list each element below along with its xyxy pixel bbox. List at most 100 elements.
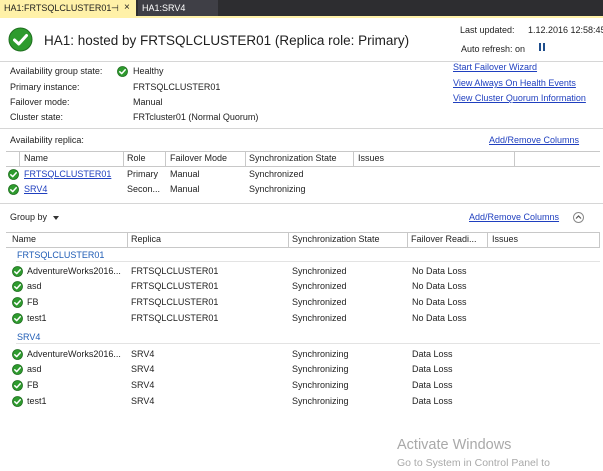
database-sync-state: Synchronizing (292, 364, 349, 374)
failover-mode-value: Manual (133, 97, 163, 107)
replica-link-srv4[interactable]: SRV4 (24, 184, 47, 194)
database-sync-state: Synchronized (292, 313, 347, 323)
db-add-remove-columns-link[interactable]: Add/Remove Columns (469, 212, 559, 222)
database-name[interactable]: FB (27, 297, 39, 307)
primary-instance-label: Primary instance: (10, 82, 80, 92)
pause-icon[interactable] (539, 43, 546, 51)
database-sync-state: Synchronizing (292, 396, 349, 406)
database-failover-readiness: Data Loss (412, 364, 453, 374)
view-cluster-quorum-link[interactable]: View Cluster Quorum Information (453, 93, 586, 103)
database-name[interactable]: test1 (27, 396, 47, 406)
group-header-frtsqlcluster01[interactable]: FRTSQLCLUSTER01 (17, 250, 104, 260)
check-circle-icon (8, 184, 19, 195)
start-failover-wizard-link[interactable]: Start Failover Wizard (453, 62, 537, 72)
divider (0, 203, 603, 204)
last-updated-value: 1.12.2016 12:58:45 (528, 25, 603, 35)
col-header-name[interactable]: Name (12, 234, 36, 244)
database-failover-readiness: No Data Loss (412, 297, 467, 307)
replica-role: Secon... (127, 184, 161, 194)
check-circle-icon (12, 396, 23, 407)
check-circle-icon (12, 349, 23, 360)
column-divider (19, 151, 20, 166)
check-circle-icon (12, 297, 23, 308)
database-sync-state: Synchronizing (292, 349, 349, 359)
pin-icon[interactable]: ⊣ (111, 0, 119, 16)
database-replica: SRV4 (131, 364, 155, 374)
database-name[interactable]: test1 (27, 313, 47, 323)
col-header-issues[interactable]: Issues (492, 234, 518, 244)
check-circle-icon (8, 27, 33, 52)
divider (16, 343, 600, 344)
tab-ha1-srv4[interactable]: HA1:SRV4 (138, 0, 218, 16)
column-divider (407, 232, 408, 247)
availability-replica-label: Availability replica: (10, 135, 84, 145)
database-replica: FRTSQLCLUSTER01 (131, 297, 219, 307)
group-by-dropdown[interactable]: Group by (10, 212, 59, 222)
close-icon[interactable]: × (124, 0, 130, 16)
check-circle-icon (117, 66, 128, 77)
database-name[interactable]: asd (27, 281, 42, 291)
activate-windows-watermark-title: Activate Windows (397, 437, 512, 453)
database-replica: SRV4 (131, 380, 155, 390)
check-circle-icon (12, 266, 23, 277)
ag-state-value: Healthy (133, 66, 164, 76)
column-divider (353, 151, 354, 166)
col-header-failover-mode[interactable]: Failover Mode (170, 153, 227, 163)
check-circle-icon (12, 364, 23, 375)
database-name[interactable]: FB (27, 380, 39, 390)
database-failover-readiness: No Data Loss (412, 266, 467, 276)
database-name[interactable]: AdventureWorks2016... (27, 266, 121, 276)
col-header-sync-state[interactable]: Synchronization State (249, 153, 337, 163)
database-failover-readiness: No Data Loss (412, 313, 467, 323)
database-sync-state: Synchronized (292, 266, 347, 276)
check-circle-icon (12, 281, 23, 292)
group-header-srv4[interactable]: SRV4 (17, 332, 40, 342)
ag-state-label: Availability group state: (10, 66, 103, 76)
group-by-label: Group by (10, 212, 48, 222)
dropdown-arrow-icon (52, 215, 59, 220)
collapse-chevron-icon[interactable] (573, 212, 584, 223)
col-header-name[interactable]: Name (24, 153, 48, 163)
database-replica: FRTSQLCLUSTER01 (131, 281, 219, 291)
check-circle-icon (12, 313, 23, 324)
database-replica: FRTSQLCLUSTER01 (131, 313, 219, 323)
divider (0, 128, 603, 129)
primary-instance-value: FRTSQLCLUSTER01 (133, 82, 221, 92)
database-name[interactable]: asd (27, 364, 42, 374)
failover-mode-label: Failover mode: (10, 97, 70, 107)
column-divider (123, 151, 124, 166)
database-failover-readiness: Data Loss (412, 396, 453, 406)
database-sync-state: Synchronized (292, 281, 347, 291)
activate-windows-watermark-subtitle: Go to System in Control Panel to (397, 457, 550, 469)
column-divider (487, 232, 488, 247)
replica-link-frtsqlcluster01[interactable]: FRTSQLCLUSTER01 (24, 169, 111, 179)
column-divider (127, 232, 128, 247)
last-updated-label: Last updated: (460, 25, 515, 35)
column-divider (599, 232, 600, 247)
database-sync-state: Synchronizing (292, 380, 349, 390)
database-failover-readiness: Data Loss (412, 380, 453, 390)
database-replica: SRV4 (131, 396, 155, 406)
col-header-sync-state[interactable]: Synchronization State (292, 234, 380, 244)
page-title: HA1: hosted by FRTSQLCLUSTER01 (Replica … (44, 33, 410, 48)
replica-failover-mode: Manual (170, 184, 200, 194)
column-divider (245, 151, 246, 166)
col-header-failover-readiness[interactable]: Failover Readi... (411, 234, 477, 244)
cluster-state-label: Cluster state: (10, 112, 64, 122)
col-header-replica[interactable]: Replica (131, 234, 161, 244)
divider (16, 261, 600, 262)
replica-sync-state: Synchronized (249, 169, 304, 179)
tab-label: HA1:SRV4 (142, 3, 186, 13)
auto-refresh-toggle-label: Auto refresh: on (461, 44, 526, 54)
replica-sync-state: Synchronizing (249, 184, 306, 194)
replica-add-remove-columns-link[interactable]: Add/Remove Columns (489, 135, 579, 145)
col-header-issues[interactable]: Issues (358, 153, 384, 163)
database-name[interactable]: AdventureWorks2016... (27, 349, 121, 359)
replica-role: Primary (127, 169, 158, 179)
database-sync-state: Synchronized (292, 297, 347, 307)
col-header-role[interactable]: Role (127, 153, 146, 163)
check-circle-icon (12, 380, 23, 391)
database-failover-readiness: No Data Loss (412, 281, 467, 291)
tab-label: HA1:FRTSQLCLUSTER01 (4, 3, 112, 13)
view-health-events-link[interactable]: View Always On Health Events (453, 78, 576, 88)
